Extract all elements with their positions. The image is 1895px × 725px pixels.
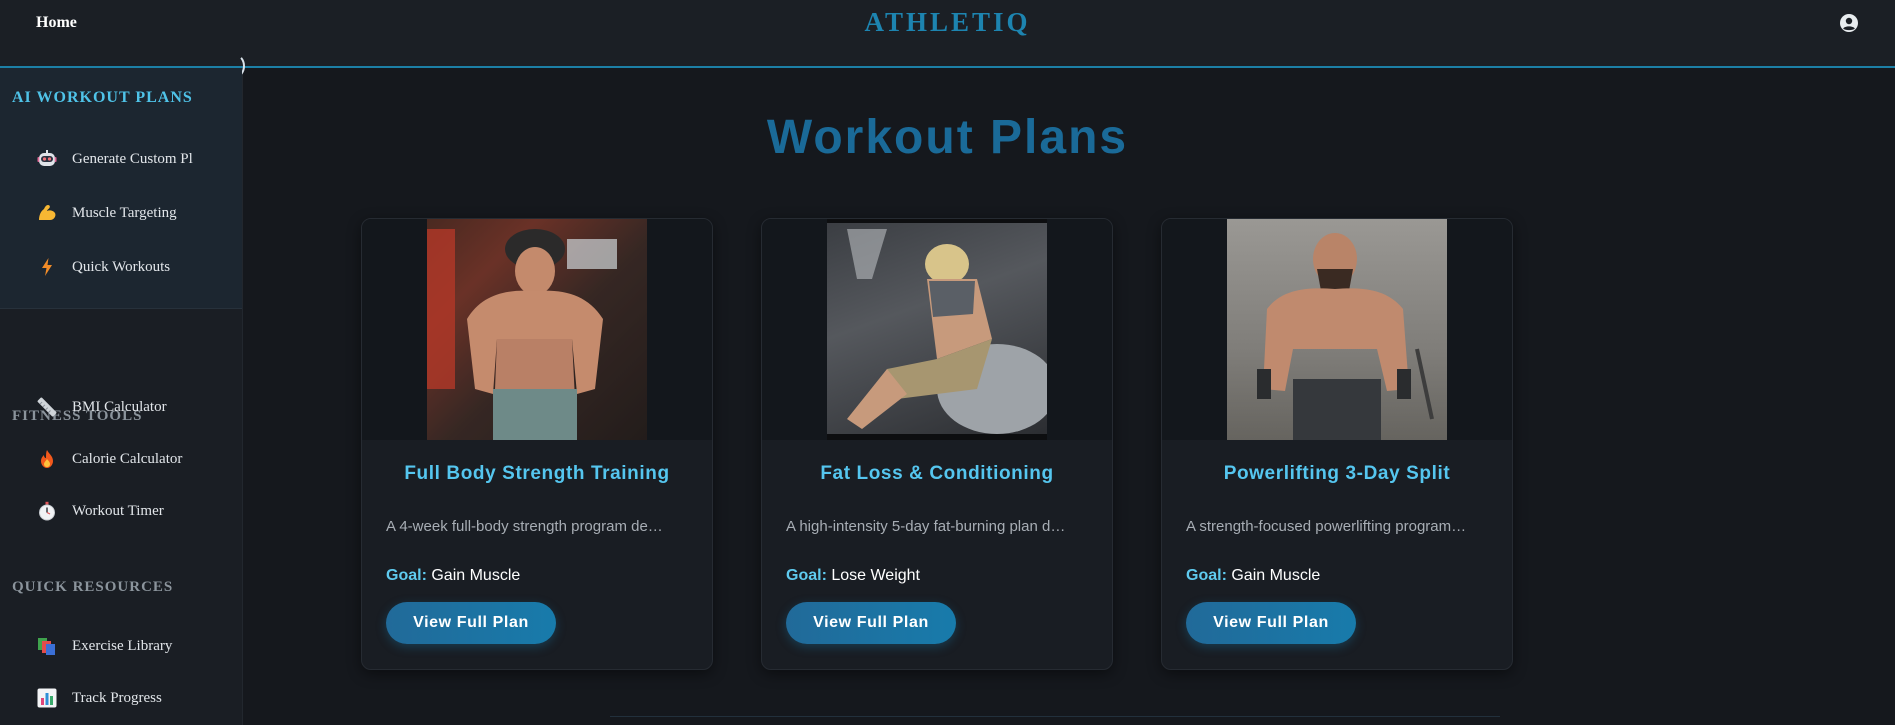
plan-photo-muscular-man-gym [427, 219, 647, 440]
view-full-plan-button[interactable]: View Full Plan [786, 602, 956, 644]
sidebar-item-bmi-calculator[interactable]: BMI Calculator [36, 394, 167, 420]
top-navbar: Home ATHLETIQ [0, 0, 1895, 68]
goal-label: Goal: [786, 567, 827, 584]
sidebar: AI WORKOUT PLANS Generate Custom Pl Musc… [0, 54, 245, 725]
sidebar-item-muscle-targeting[interactable]: Muscle Targeting [36, 200, 177, 226]
page-title: Workout Plans [766, 111, 1129, 164]
card-image-area [362, 219, 712, 440]
ruler-icon [36, 396, 58, 418]
goal-value: Gain Muscle [1231, 567, 1321, 584]
sidebar-item-calorie-calculator[interactable]: Calorie Calculator [36, 446, 182, 472]
card-description: A strength-focused powerlifting program… [1186, 518, 1467, 535]
card-title[interactable]: Fat Loss & Conditioning [762, 463, 1112, 485]
card-title[interactable]: Full Body Strength Training [362, 463, 712, 485]
goal-label: Goal: [386, 567, 427, 584]
bar-chart-icon [36, 687, 58, 709]
card-description: A 4-week full-body strength program de… [386, 518, 663, 535]
section-divider [610, 716, 1500, 717]
sidebar-item-label: BMI Calculator [72, 398, 167, 415]
sidebar-item-exercise-library[interactable]: Exercise Library [36, 633, 172, 659]
workout-plan-card[interactable]: Fat Loss & Conditioning A high-intensity… [761, 218, 1113, 670]
flexed-bicep-icon [36, 202, 58, 224]
card-goal: Goal: Gain Muscle [1186, 567, 1320, 585]
stopwatch-icon [36, 500, 58, 522]
view-full-plan-button[interactable]: View Full Plan [1186, 602, 1356, 644]
goal-value: Gain Muscle [431, 567, 521, 584]
fire-icon [36, 448, 58, 470]
goal-value: Lose Weight [831, 567, 920, 584]
sidebar-section-ai-workout-plans: AI WORKOUT PLANS Generate Custom Pl Musc… [0, 68, 242, 309]
brand-logo-text[interactable]: ATHLETIQ [0, 7, 1895, 38]
sidebar-heading-quick-resources: QUICK RESOURCES [12, 579, 174, 595]
sidebar-item-label: Calorie Calculator [72, 450, 183, 467]
user-circle-icon[interactable] [1839, 13, 1859, 33]
card-image-area [762, 219, 1112, 440]
card-title[interactable]: Powerlifting 3-Day Split [1162, 463, 1512, 485]
sidebar-heading-ai-workout-plans: AI WORKOUT PLANS [12, 89, 193, 106]
card-goal: Goal: Gain Muscle [386, 567, 520, 585]
plan-photo-woman-ab-workout [827, 219, 1047, 440]
card-description: A high-intensity 5-day fat-burning plan … [786, 518, 1066, 535]
sidebar-item-label: Quick Workouts [72, 258, 171, 275]
workout-plan-card[interactable]: Powerlifting 3-Day Split A strength-focu… [1161, 218, 1513, 670]
card-goal: Goal: Lose Weight [786, 567, 920, 585]
sidebar-item-track-progress[interactable]: Track Progress [36, 685, 162, 711]
sidebar-item-quick-workouts[interactable]: Quick Workouts [36, 254, 170, 280]
plan-photo-strongman [1227, 219, 1447, 440]
workout-plan-card[interactable]: Full Body Strength Training A 4-week ful… [361, 218, 713, 670]
sidebar-item-workout-timer[interactable]: Workout Timer [36, 498, 164, 524]
sidebar-item-label: Exercise Library [72, 637, 173, 654]
sidebar-item-label: Workout Timer [72, 502, 164, 519]
view-full-plan-button[interactable]: View Full Plan [386, 602, 556, 644]
lightning-icon [36, 256, 58, 278]
sidebar-item-label: Track Progress [72, 689, 162, 706]
card-image-area [1162, 219, 1512, 440]
goal-label: Goal: [1186, 567, 1227, 584]
sidebar-item-label: Muscle Targeting [72, 204, 177, 221]
books-icon [36, 635, 58, 657]
